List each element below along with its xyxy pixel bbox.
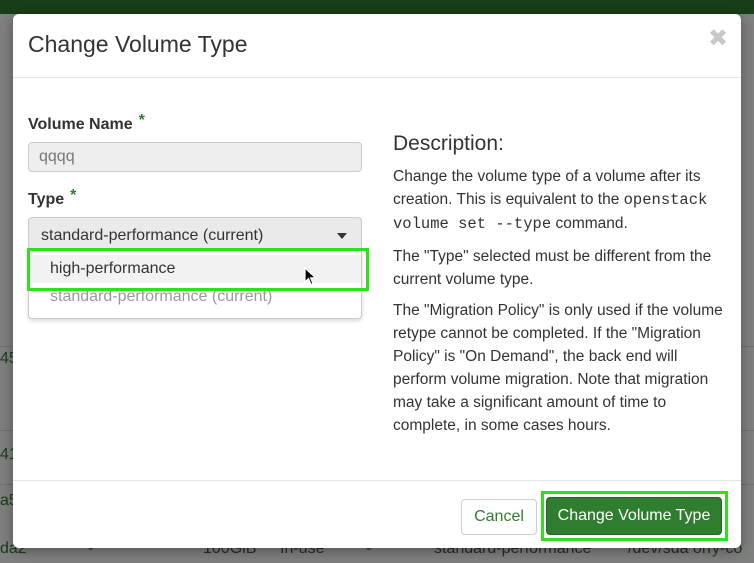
volume-name-input[interactable] (28, 142, 362, 172)
type-label: Type * (28, 187, 76, 209)
mouse-cursor-icon (304, 267, 318, 286)
type-select[interactable]: standard-performance (current) (28, 217, 362, 252)
change-volume-type-dialog: Change Volume Type ✖ Volume Name* Type* … (13, 14, 741, 548)
description-paragraph: The "Migration Policy" is only used if t… (393, 302, 723, 434)
description-paragraph: The "Type" selected must be different fr… (393, 248, 712, 288)
type-label-text: Type (28, 191, 65, 208)
description-title: Description: (393, 132, 504, 155)
type-select-value: standard-performance (current) (41, 227, 264, 244)
caret-down-icon (337, 233, 347, 239)
cancel-button[interactable]: Cancel (461, 499, 537, 535)
modal-title: Change Volume Type (28, 31, 248, 57)
required-indicator: * (70, 187, 77, 204)
modal-footer: Cancel Change Volume Type (13, 480, 741, 549)
modal-header: Change Volume Type ✖ (13, 14, 741, 78)
change-volume-type-button[interactable]: Change Volume Type (546, 497, 722, 535)
volume-name-label: Volume Name * (28, 112, 145, 134)
required-indicator: * (138, 112, 145, 129)
close-icon[interactable]: ✖ (707, 26, 729, 52)
description-paragraph: Change the volume type of a volume after… (393, 165, 729, 236)
description-text: command. (551, 215, 628, 232)
volume-name-label-text: Volume Name (28, 116, 133, 133)
option-standard-performance: standard-performance (current) (50, 288, 273, 305)
